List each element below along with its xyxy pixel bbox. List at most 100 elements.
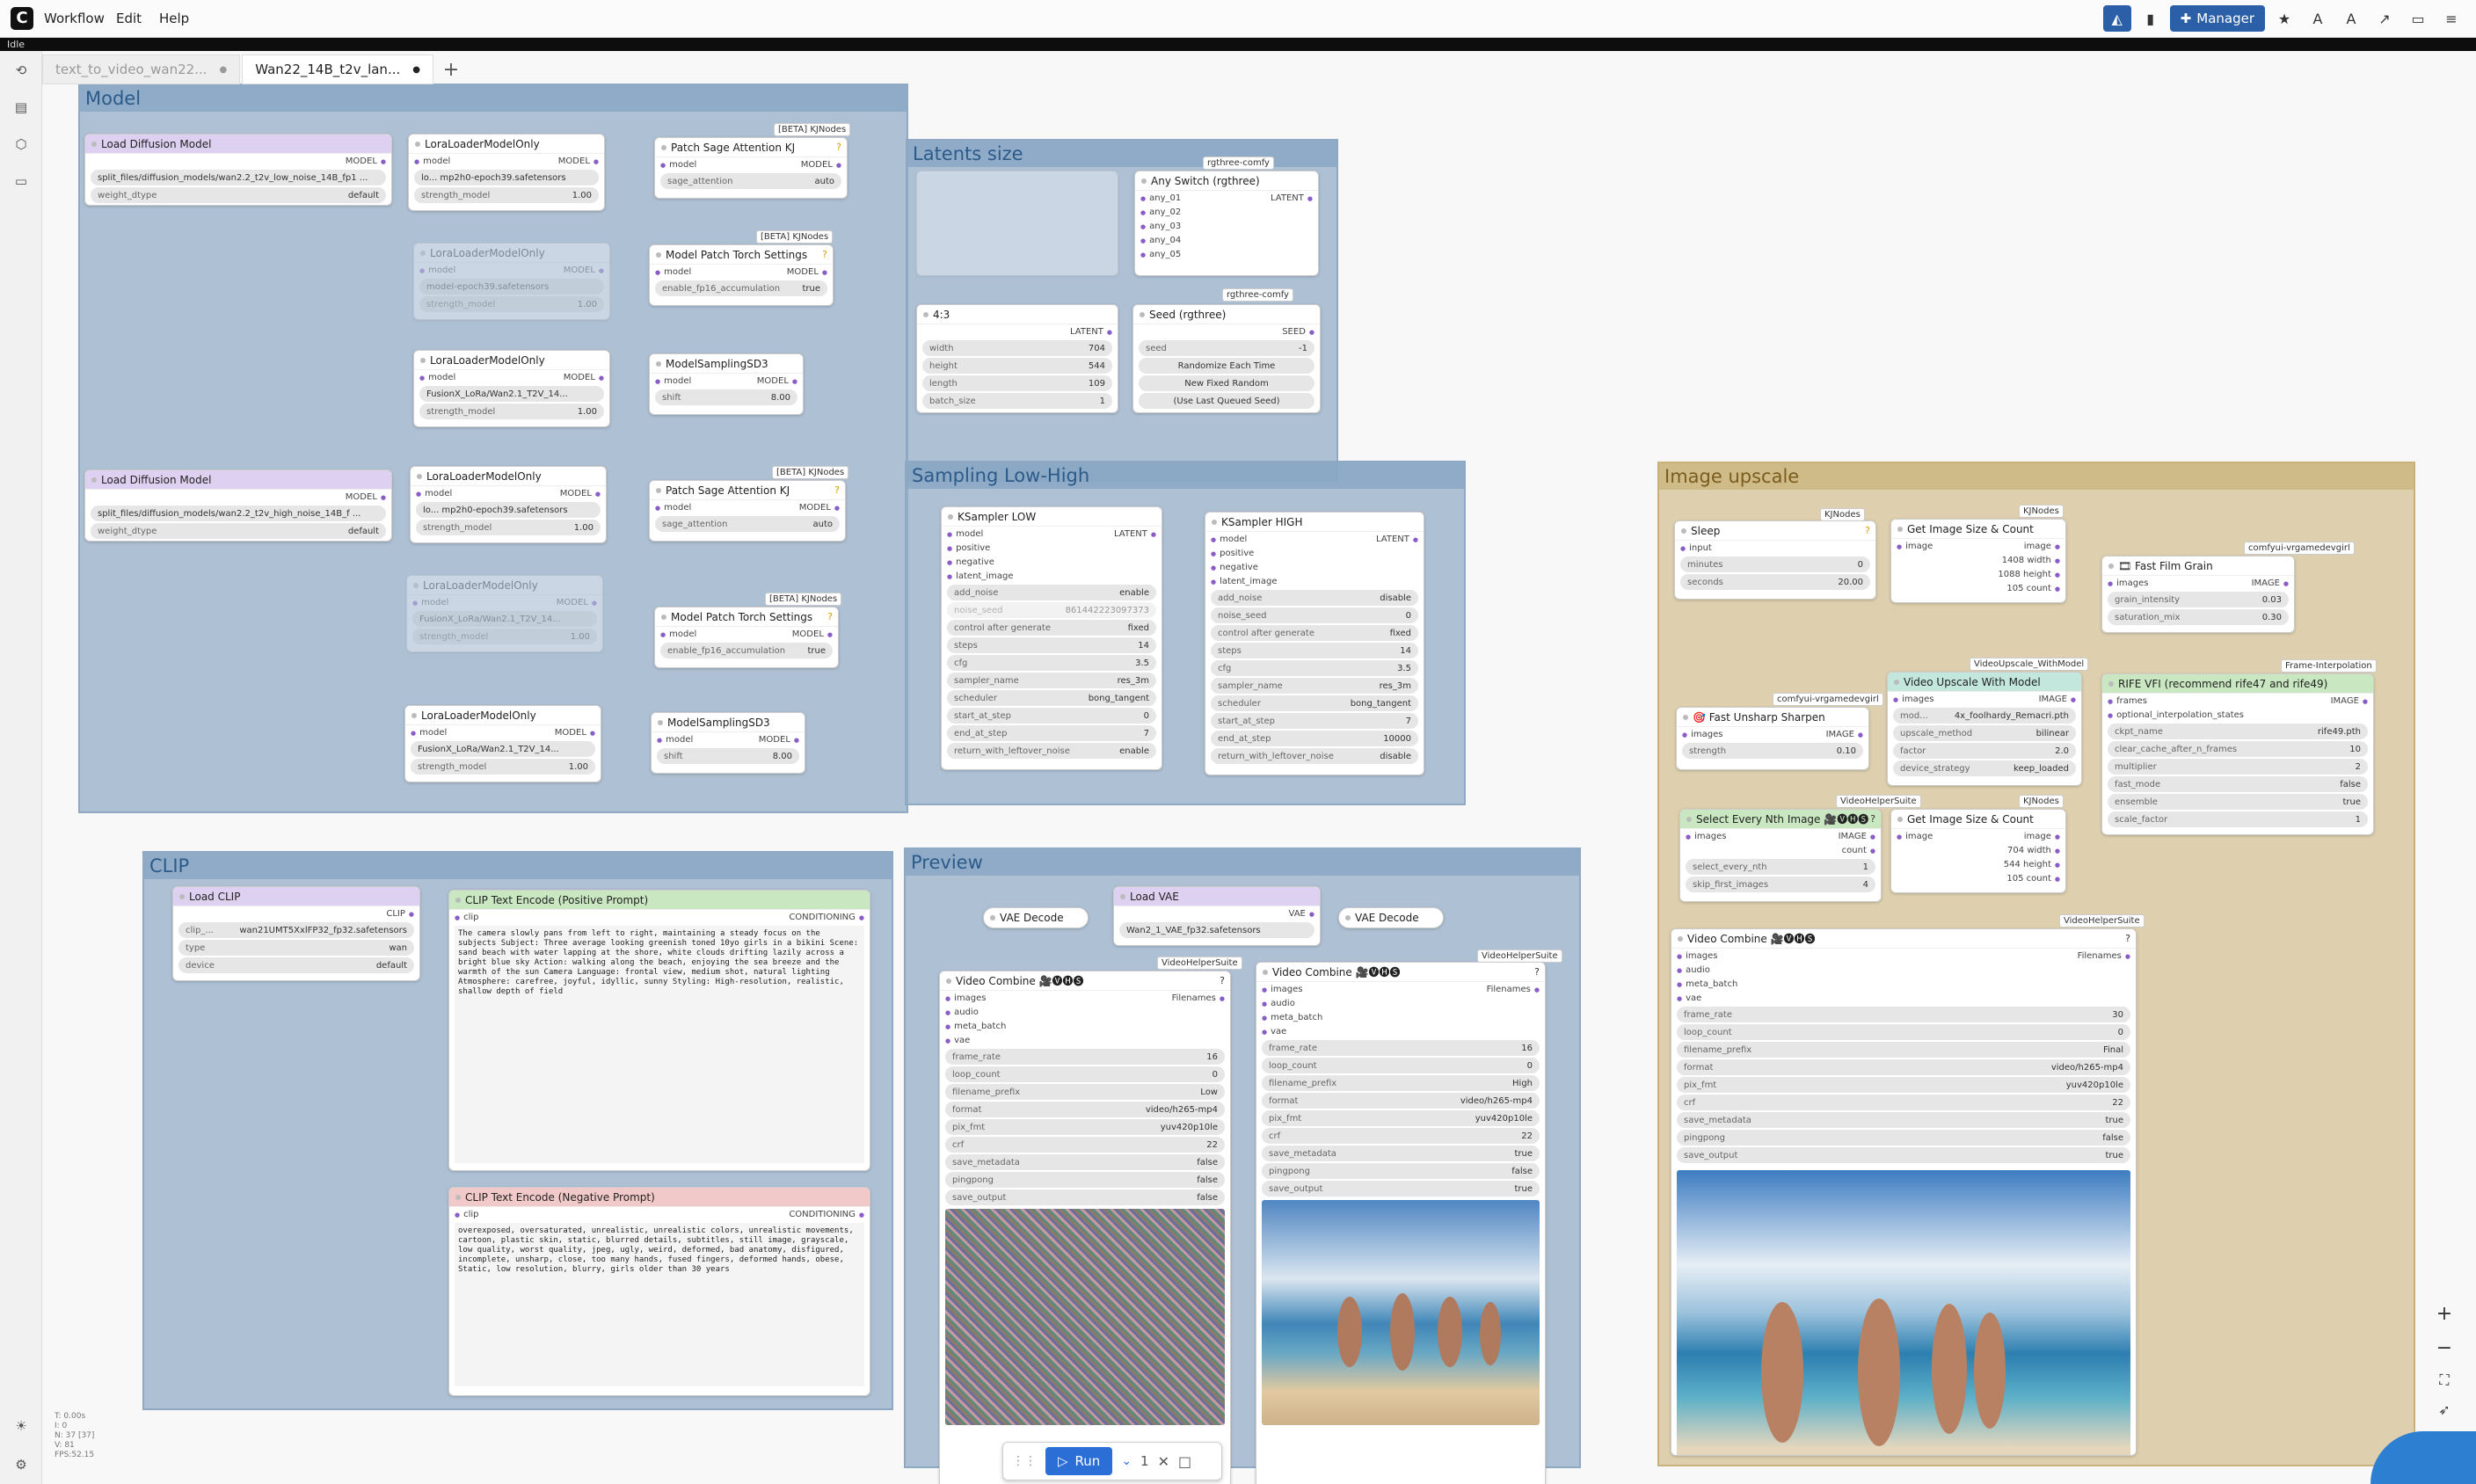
help-icon[interactable]: ? — [1865, 525, 1870, 536]
node-any-switch[interactable]: Any Switch (rgthree) any_01 LATENT any_02… — [1134, 171, 1319, 276]
link-visibility-icon[interactable]: ➶ — [2438, 1401, 2450, 1418]
node-rife-vfi[interactable]: RIFE VFI (recommend rife47 and rife49) f… — [2101, 673, 2374, 835]
input-slot[interactable]: any_04 — [1140, 236, 1181, 245]
input-slot[interactable]: model — [660, 160, 696, 170]
fp16-accumulation-toggle[interactable]: enable_fp16_accumulation true — [660, 643, 833, 658]
node-model-patch-torch-2[interactable]: Model Patch Torch Settings? model MODEL e… — [654, 607, 839, 668]
output-slot[interactable]: LATENT — [1114, 529, 1156, 539]
pingpong-toggle[interactable]: pingpong false — [1262, 1163, 1540, 1179]
output-slot[interactable]: IMAGE — [2252, 578, 2289, 588]
queue-icon[interactable]: ◭ — [2102, 5, 2131, 32]
node-video-upscale-with-model[interactable]: Video Upscale With Model images IMAGE mod… — [1887, 672, 2082, 786]
batch-size-widget[interactable]: batch_size 1 — [922, 393, 1112, 409]
node-lora-5-bypassed[interactable]: LoraLoaderModelOnly model MODEL FusionX_L… — [406, 575, 603, 652]
clip-name-widget[interactable]: clip_... wan21UMT5XxlFP32_fp32.safetensor… — [178, 922, 414, 938]
node-lora-4[interactable]: LoraLoaderModelOnly model MODEL lo... mp2… — [410, 466, 607, 543]
input-slot[interactable]: any_02 — [1140, 207, 1181, 217]
start-at-step-widget[interactable]: start_at_step 7 — [1211, 713, 1418, 729]
input-slot[interactable]: model — [419, 266, 455, 275]
node-lora-3[interactable]: LoraLoaderModelOnly model MODEL FusionX_L… — [413, 350, 610, 427]
help-icon[interactable]: ? — [1220, 975, 1225, 986]
strength-widget[interactable]: strength_model 1.00 — [411, 759, 595, 775]
input-slot[interactable]: model — [657, 735, 693, 745]
loop-count-widget[interactable]: loop_count 0 — [1677, 1024, 2130, 1040]
output-slot[interactable]: 704 width — [2007, 846, 2060, 855]
strength-widget[interactable]: strength_model 1.00 — [416, 520, 601, 535]
share-icon[interactable]: ↗ — [2370, 5, 2399, 32]
output-slot[interactable]: IMAGE — [1826, 730, 1863, 739]
weight-dtype-widget[interactable]: weight_dtype default — [91, 523, 386, 539]
input-slot[interactable]: images — [2108, 578, 2148, 588]
scheduler-widget[interactable]: scheduler bong_tangent — [1211, 695, 1418, 711]
output-slot[interactable]: count — [1842, 846, 1875, 855]
ensemble-toggle[interactable]: ensemble true — [2108, 794, 2368, 810]
node-patch-sage-1[interactable]: Patch Sage Attention KJ? model MODEL sage… — [654, 137, 848, 199]
input-slot[interactable]: positive — [947, 543, 990, 553]
output-slot[interactable]: image — [2024, 542, 2060, 551]
help-icon[interactable]: ? — [822, 249, 827, 260]
steps-widget[interactable]: steps 14 — [1211, 643, 1418, 658]
input-slot[interactable]: any_03 — [1140, 222, 1181, 231]
language-icon[interactable]: A — [2337, 5, 2365, 32]
output-slot[interactable]: Filenames — [1172, 993, 1225, 1003]
node-sleep[interactable]: Sleep? input minutes 0 seconds 20.00 — [1674, 520, 1876, 600]
node-load-clip[interactable]: Load CLIP CLIP clip_... wan21UMT5XxlFP32_… — [172, 886, 420, 981]
input-slot[interactable]: vae — [945, 1036, 970, 1045]
input-slot[interactable]: latent_image — [1211, 577, 1277, 586]
lora-name-widget[interactable]: FusionX_LoRa/Wan2.1_T2V_14... — [412, 611, 597, 627]
input-slot[interactable]: input — [1680, 543, 1712, 553]
node-fast-unsharp-sharpen[interactable]: 🎯 Fast Unsharp Sharpen images IMAGE stren… — [1676, 707, 1869, 770]
add-noise-widget[interactable]: add_noise enable — [947, 585, 1156, 600]
workflows-icon[interactable]: ▭ — [11, 171, 32, 192]
output-slot[interactable]: CONDITIONING — [789, 1210, 864, 1219]
output-slot[interactable]: 1088 height — [1998, 570, 2060, 579]
menu-edit[interactable]: Edit — [116, 11, 142, 26]
output-slot[interactable]: LATENT — [1271, 193, 1313, 203]
hamburger-menu-icon[interactable]: ≡ — [2437, 5, 2465, 32]
select-every-nth-widget[interactable]: select_every_nth 1 — [1686, 859, 1875, 875]
output-slot[interactable]: MODEL — [346, 156, 386, 166]
help-icon[interactable]: ? — [1534, 966, 1540, 978]
device-widget[interactable]: device default — [178, 957, 414, 973]
node-clip-negative[interactable]: CLIP Text Encode (Negative Prompt) clip C… — [448, 1187, 870, 1396]
control-after-generate-widget[interactable]: control after generate fixed — [1211, 625, 1418, 641]
manager-button[interactable]: ✚ Manager — [2169, 5, 2265, 32]
output-slot[interactable]: Filenames — [2078, 951, 2130, 961]
filename-prefix-widget[interactable]: filename_prefix High — [1262, 1075, 1540, 1091]
output-slot[interactable]: IMAGE — [2039, 695, 2076, 704]
input-slot[interactable]: meta_batch — [1677, 979, 1737, 989]
loop-count-widget[interactable]: loop_count 0 — [945, 1066, 1225, 1082]
node-seed[interactable]: Seed (rgthree) SEED seed -1 Randomize Eac… — [1132, 304, 1321, 413]
help-icon[interactable]: ? — [1870, 813, 1875, 825]
input-slot[interactable]: audio — [1262, 999, 1295, 1008]
crf-widget[interactable]: crf 22 — [1262, 1128, 1540, 1144]
node-load-diffusion-low[interactable]: Load Diffusion Model MODEL split_files/d… — [84, 134, 392, 206]
saturation-mix-widget[interactable]: saturation_mix 0.30 — [2108, 609, 2289, 625]
lora-name-widget[interactable]: model-epoch39.safetensors — [419, 279, 604, 295]
strength-widget[interactable]: strength_model 1.00 — [412, 629, 597, 644]
ckpt-name-widget[interactable]: ckpt_name rife49.pth — [2108, 724, 2368, 739]
bookmark-icon[interactable]: ▮ — [2137, 5, 2165, 32]
input-slot[interactable]: positive — [1211, 549, 1254, 558]
output-slot[interactable]: MODEL — [555, 728, 595, 738]
format-widget[interactable]: format video/h265-mp4 — [1262, 1093, 1540, 1109]
output-slot[interactable]: MODEL — [564, 373, 604, 382]
menu-help[interactable]: Help — [159, 11, 189, 26]
fit-view-icon[interactable]: ⛶ — [2439, 1371, 2449, 1389]
seconds-widget[interactable]: seconds 20.00 — [1680, 574, 1870, 590]
positive-prompt-textarea[interactable]: The camera slowly pans from left to righ… — [455, 926, 864, 1163]
node-model-patch-torch-1[interactable]: Model Patch Torch Settings? model MODEL e… — [649, 244, 834, 306]
input-slot[interactable]: model — [411, 728, 447, 738]
scale-factor-widget[interactable]: scale_factor 1 — [2108, 811, 2368, 827]
node-patch-sage-2[interactable]: Patch Sage Attention KJ? model MODEL sage… — [649, 480, 846, 542]
output-slot[interactable]: LATENT — [1070, 327, 1112, 337]
tab-workflow-2[interactable]: Wan22_14B_t2v_lan... ● — [242, 55, 433, 84]
randomize-each-time-button[interactable]: Randomize Each Time — [1139, 358, 1314, 374]
run-button[interactable]: ▷ Run — [1045, 1447, 1113, 1475]
upscale-method-widget[interactable]: upscale_method bilinear — [1893, 725, 2076, 741]
negative-prompt-textarea[interactable]: overexposed, oversaturated, unrealistic,… — [455, 1223, 864, 1386]
output-slot[interactable]: MODEL — [557, 598, 597, 607]
theme-toggle-icon[interactable]: ☀ — [11, 1415, 32, 1437]
input-slot[interactable]: clip — [455, 1210, 478, 1219]
run-options-chevron-icon[interactable]: ⌄ — [1121, 1454, 1132, 1468]
